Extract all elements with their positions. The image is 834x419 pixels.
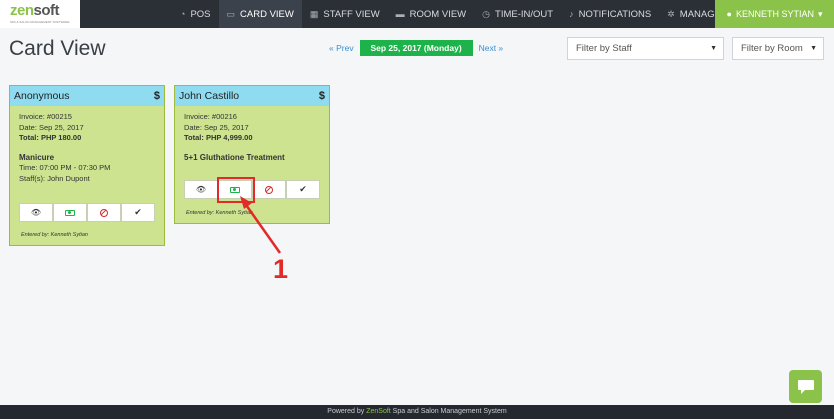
annotation-number: 1 <box>273 254 289 284</box>
footer-brand-link[interactable]: ZenSoft <box>366 408 391 415</box>
footer-prefix: Powered by <box>327 408 367 415</box>
annotation-arrow <box>240 196 282 254</box>
chat-button[interactable] <box>789 370 822 403</box>
chat-bubble-icon <box>797 379 814 394</box>
footer: Powered by ZenSoft Spa and Salon Managem… <box>0 405 834 419</box>
footer-suffix: Spa and Salon Management System <box>390 408 507 415</box>
